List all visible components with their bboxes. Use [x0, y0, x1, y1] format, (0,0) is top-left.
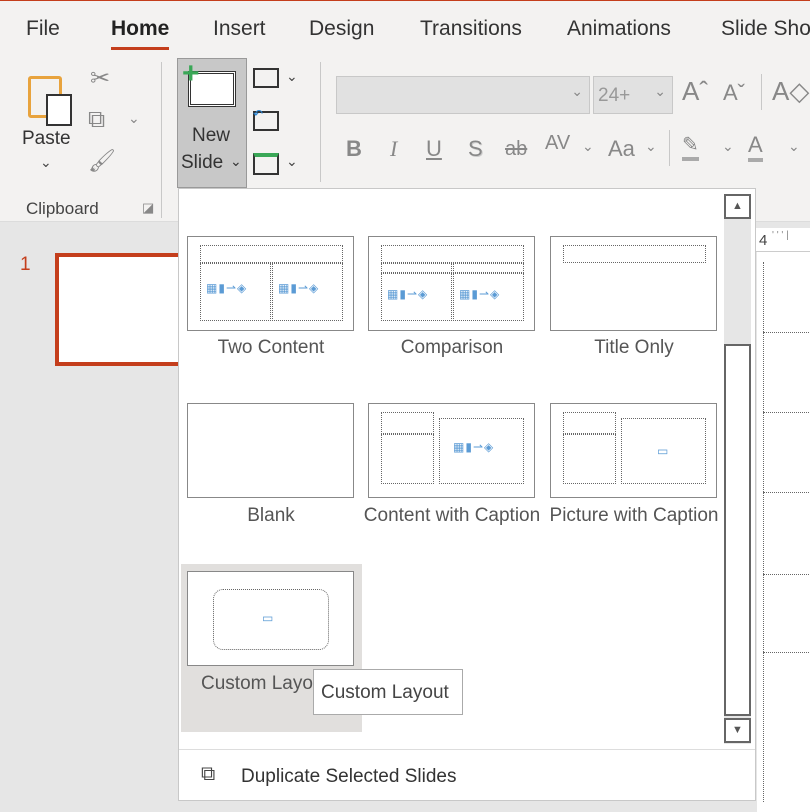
chevron-down-icon: ⌄: [230, 153, 242, 169]
tooltip: Custom Layout: [313, 669, 463, 715]
new-slide-label: New: [192, 125, 231, 146]
font-color-button[interactable]: A: [748, 132, 763, 162]
chevron-down-icon[interactable]: ⌄: [286, 68, 298, 85]
layout-comparison[interactable]: ▦▮⇀◈ ▦▮⇀◈: [368, 236, 535, 331]
layout-two-content[interactable]: ▦▮⇀◈ ▦▮⇀◈: [187, 236, 354, 331]
layout-custom-layout[interactable]: ▭: [187, 571, 354, 666]
clear-formatting-icon[interactable]: A◇: [772, 76, 809, 107]
tab-insert[interactable]: Insert: [213, 17, 266, 41]
chevron-down-icon[interactable]: ⌄: [128, 110, 140, 127]
chevron-down-icon: ⌄: [40, 154, 52, 170]
picture-icon: ▭: [657, 444, 670, 458]
bold-button[interactable]: B: [346, 136, 362, 162]
clipboard-group-label: Clipboard: [26, 199, 99, 218]
new-slide-button[interactable]: + New Slide ⌄: [177, 57, 247, 188]
layout-picture-with-caption[interactable]: ▭: [550, 403, 717, 498]
scroll-up-button[interactable]: ▲: [724, 194, 751, 219]
tab-slide-show[interactable]: Slide Sho: [721, 17, 810, 41]
ruler: 4 ' ' ' |: [756, 228, 810, 252]
slide-canvas[interactable]: [757, 252, 810, 812]
dialog-launcher-icon[interactable]: ◪: [142, 200, 154, 216]
paste-button[interactable]: Paste ⌄: [22, 66, 74, 176]
new-slide-layout-gallery: ▦▮⇀◈ ▦▮⇀◈ Two Content ▦▮⇀◈ ▦▮⇀◈ Comparis…: [178, 188, 756, 801]
change-case-button[interactable]: Aa: [608, 136, 635, 162]
highlight-icon[interactable]: ✎: [682, 132, 699, 161]
layout-blank[interactable]: [187, 403, 354, 498]
font-size-combo[interactable]: 24+ ⌄: [593, 76, 673, 114]
scrollbar[interactable]: ▲ ▼: [724, 194, 751, 744]
tab-design[interactable]: Design: [309, 17, 374, 41]
chevron-down-icon[interactable]: ⌄: [645, 138, 657, 155]
layout-content-with-caption[interactable]: ▦▮⇀◈: [368, 403, 535, 498]
cut-icon[interactable]: ✂: [90, 64, 110, 93]
shadow-button[interactable]: S: [468, 136, 483, 162]
layout-label: Custom Layout: [201, 673, 316, 694]
layout-icon[interactable]: [253, 68, 279, 88]
ribbon-tabs: File Home Insert Design Transitions Anim…: [0, 0, 810, 56]
layout-label: Comparison: [400, 337, 504, 358]
increase-font-icon[interactable]: Aˆ: [682, 76, 708, 107]
layout-label: Content with Caption: [363, 505, 541, 526]
reset-icon[interactable]: ↶: [253, 107, 279, 131]
chevron-down-icon[interactable]: ⌄: [286, 153, 298, 170]
duplicate-selected-slides-item[interactable]: ⧉ Duplicate Selected Slides: [199, 761, 739, 795]
layout-title-only[interactable]: [550, 236, 717, 331]
font-name-combo[interactable]: ⌄: [336, 76, 590, 114]
italic-button[interactable]: I: [390, 136, 397, 162]
underline-button[interactable]: U: [426, 136, 442, 162]
picture-icon: ▭: [262, 611, 275, 625]
chevron-down-icon[interactable]: ⌄: [582, 138, 594, 155]
decrease-font-icon[interactable]: Aˇ: [723, 80, 745, 106]
tab-transitions[interactable]: Transitions: [420, 17, 522, 41]
scroll-thumb[interactable]: [724, 344, 751, 716]
content-icons: ▦▮⇀◈: [206, 281, 248, 295]
copy-icon[interactable]: ⧉: [88, 106, 105, 134]
content-icons: ▦▮⇀◈: [387, 287, 429, 301]
scroll-down-button[interactable]: ▼: [724, 718, 751, 743]
tab-file[interactable]: File: [26, 17, 60, 41]
layout-label: Title Only: [594, 337, 674, 358]
slide-number: 1: [20, 254, 31, 275]
duplicate-icon: ⧉: [201, 763, 216, 785]
format-painter-icon[interactable]: 🖌: [88, 148, 116, 174]
chevron-down-icon[interactable]: ⌄: [722, 138, 734, 155]
content-icons: ▦▮⇀◈: [278, 281, 320, 295]
layout-label: Two Content: [217, 337, 325, 358]
strikethrough-button[interactable]: ab: [505, 138, 527, 161]
slide-thumbnail[interactable]: [55, 253, 185, 366]
paste-label: Paste: [22, 128, 71, 149]
chevron-down-icon[interactable]: ⌄: [788, 138, 800, 155]
layout-label: Picture with Caption: [549, 505, 719, 526]
content-icons: ▦▮⇀◈: [453, 440, 495, 454]
tab-animations[interactable]: Animations: [567, 17, 671, 41]
tab-home[interactable]: Home: [111, 17, 170, 50]
new-slide-label-2: Slide: [181, 152, 224, 173]
layout-label: Blank: [247, 505, 295, 526]
duplicate-label: Duplicate Selected Slides: [241, 766, 457, 787]
content-icons: ▦▮⇀◈: [459, 287, 501, 301]
character-spacing-button[interactable]: AV: [545, 132, 570, 155]
section-icon[interactable]: [253, 153, 279, 175]
